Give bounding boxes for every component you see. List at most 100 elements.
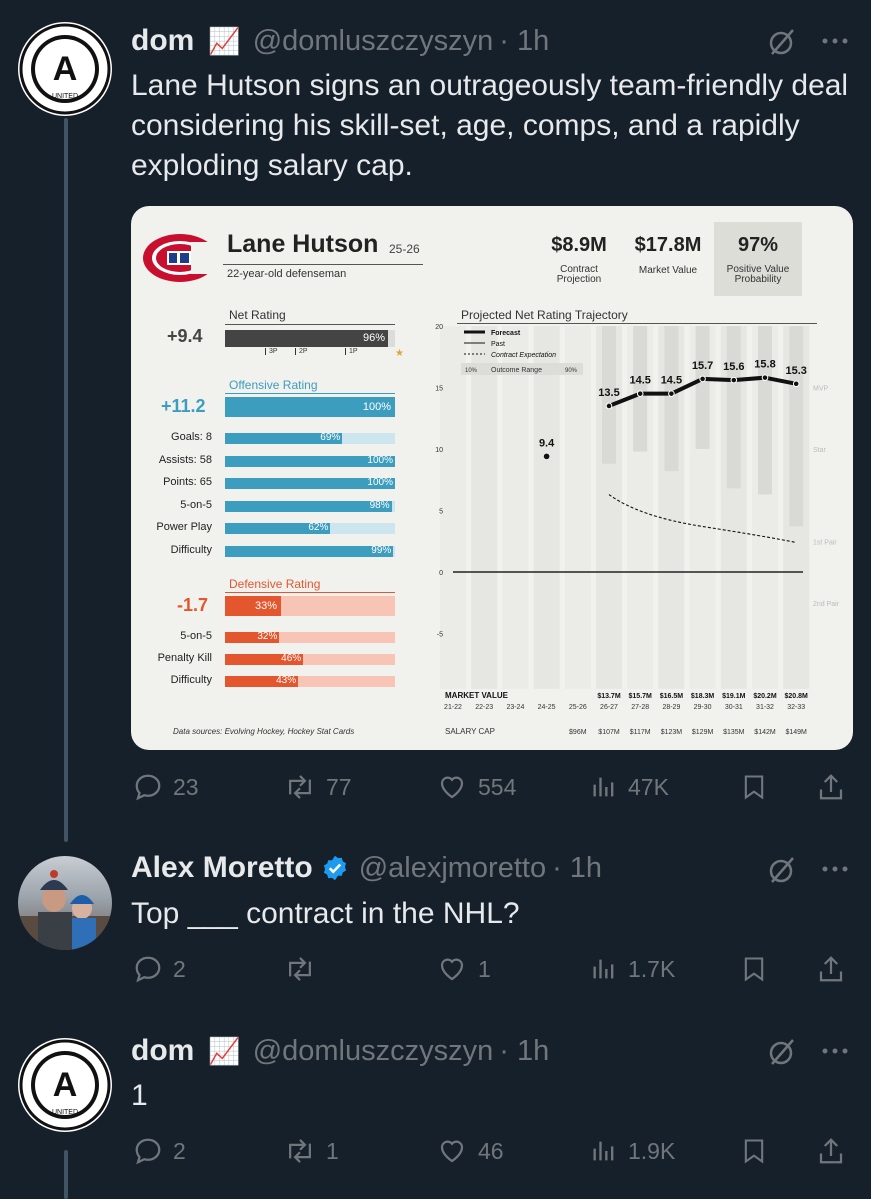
y-tick-label: 10 — [435, 447, 443, 454]
y-tick-label: 5 — [439, 509, 443, 516]
market-value: $20.2M — [753, 693, 777, 700]
chart-emoji: 📈 — [208, 1035, 241, 1066]
forecast-point — [636, 390, 644, 397]
x-tick-label: 31-32 — [756, 704, 774, 711]
handle[interactable]: @domluszczyszyn — [253, 25, 494, 58]
display-name[interactable]: dom — [131, 1034, 194, 1068]
svg-text:UNITED: UNITED — [52, 93, 78, 100]
reply-button[interactable]: 2 — [133, 954, 186, 984]
heart-icon — [440, 776, 464, 799]
forecast-point-label: 13.5 — [598, 387, 619, 399]
forecast-point-label: 15.3 — [785, 365, 806, 377]
verified-badge-icon — [323, 855, 346, 881]
y-tick-label: 20 — [435, 324, 443, 331]
timestamp[interactable]: · 1h — [499, 1035, 549, 1068]
retweet-count: 1 — [326, 1137, 339, 1164]
reply-icon — [135, 774, 161, 801]
views-count: 1.9K — [628, 1137, 676, 1164]
reply-button[interactable]: 23 — [133, 772, 199, 802]
retweet-button[interactable]: 1 — [284, 1136, 339, 1166]
views-button[interactable]: 1.9K — [590, 1136, 675, 1166]
more-icon[interactable] — [820, 28, 850, 59]
y-tick-label: 15 — [435, 386, 443, 393]
share-button[interactable] — [816, 954, 856, 984]
more-icon[interactable] — [820, 856, 850, 887]
grok-icon[interactable] — [766, 26, 798, 63]
timestamp[interactable]: · 1h — [499, 25, 549, 58]
thread-line — [64, 1150, 68, 1199]
market-value: $20.8M — [785, 693, 809, 700]
retweet-button[interactable]: 77 — [284, 772, 352, 802]
retweet-button[interactable] — [284, 954, 326, 984]
share-button[interactable] — [816, 772, 856, 802]
handle[interactable]: @alexjmoretto — [359, 852, 546, 885]
trajectory-chart: -5 0 5 10 15 20 MVP Star 1st Pair 2nd Pair Forecas… — [435, 324, 840, 736]
like-button[interactable]: 46 — [436, 1136, 504, 1166]
forecast-point-label: 15.8 — [754, 359, 775, 371]
tier-label: 2nd Pair — [813, 601, 840, 608]
tweet-image-card[interactable]: Lane Hutson 25-26 22-year-old defenseman… — [131, 206, 853, 750]
svg-text:UNITED: UNITED — [52, 1109, 78, 1116]
handle[interactable]: @domluszczyszyn — [253, 1035, 494, 1068]
market-value-label: MARKET VALUE — [445, 691, 509, 700]
salary-cap: $117M — [630, 729, 651, 736]
legend-range-high: 90% — [565, 368, 578, 374]
grok-icon[interactable] — [766, 854, 798, 891]
column-band — [471, 326, 498, 689]
past-point — [543, 453, 550, 460]
avatar[interactable]: A UNITED — [18, 1038, 112, 1132]
legend-past: Past — [491, 341, 505, 348]
forecast-point — [699, 375, 706, 383]
views-button[interactable]: 1.7K — [590, 954, 675, 984]
share-icon — [819, 1138, 843, 1164]
svg-text:A: A — [53, 1066, 78, 1104]
bookmark-icon — [744, 957, 764, 982]
thread-line — [64, 118, 68, 842]
x-tick-label: 29-30 — [694, 704, 712, 711]
forecast-point-label: 15.7 — [692, 360, 713, 372]
x-tick-label: 27-28 — [631, 704, 649, 711]
share-button[interactable] — [816, 1136, 856, 1166]
bookmark-button[interactable] — [740, 772, 778, 802]
svg-text:A: A — [53, 50, 78, 88]
timestamp[interactable]: · 1h — [552, 852, 602, 885]
views-icon — [593, 959, 614, 979]
tier-label: MVP — [813, 386, 829, 393]
more-icon[interactable] — [820, 1038, 850, 1069]
forecast-point — [792, 380, 800, 388]
views-icon — [593, 1141, 614, 1161]
x-tick-label: 32-33 — [787, 704, 805, 711]
forecast-point — [730, 376, 738, 384]
market-value: $19.1M — [722, 693, 746, 700]
bookmark-button[interactable] — [740, 954, 778, 984]
avatar[interactable] — [18, 856, 112, 950]
like-button[interactable]: 554 — [436, 772, 516, 802]
forecast-point-label: 14.5 — [661, 375, 682, 387]
views-count: 1.7K — [628, 955, 676, 982]
outcome-range-bar — [664, 326, 679, 472]
reply-icon — [135, 1138, 161, 1165]
grok-icon[interactable] — [766, 1036, 798, 1073]
display-name[interactable]: Alex Moretto — [131, 851, 313, 885]
outcome-range-bar — [758, 326, 772, 495]
y-tick-label: -5 — [437, 632, 443, 639]
like-count: 554 — [478, 773, 517, 800]
like-button[interactable]: 1 — [436, 954, 491, 984]
x-tick-label: 26-27 — [600, 704, 618, 711]
views-button[interactable]: 47K — [590, 772, 669, 802]
share-icon — [819, 774, 843, 800]
display-name[interactable]: dom — [131, 24, 194, 58]
y-tick-label: 0 — [439, 570, 443, 577]
market-value: $16.5M — [660, 693, 684, 700]
outcome-range-bar — [633, 326, 648, 452]
salary-cap: $107M — [598, 729, 620, 736]
legend-forecast: Forecast — [491, 330, 521, 337]
outcome-range-bar — [695, 326, 710, 449]
past-point-label: 9.4 — [539, 437, 555, 449]
x-tick-label: 21-22 — [444, 704, 462, 711]
reply-button[interactable]: 2 — [133, 1136, 186, 1166]
tier-label: 1st Pair — [813, 539, 837, 546]
bookmark-button[interactable] — [740, 1136, 778, 1166]
avatar[interactable]: A UNITED — [18, 22, 112, 116]
forecast-point — [668, 390, 675, 397]
